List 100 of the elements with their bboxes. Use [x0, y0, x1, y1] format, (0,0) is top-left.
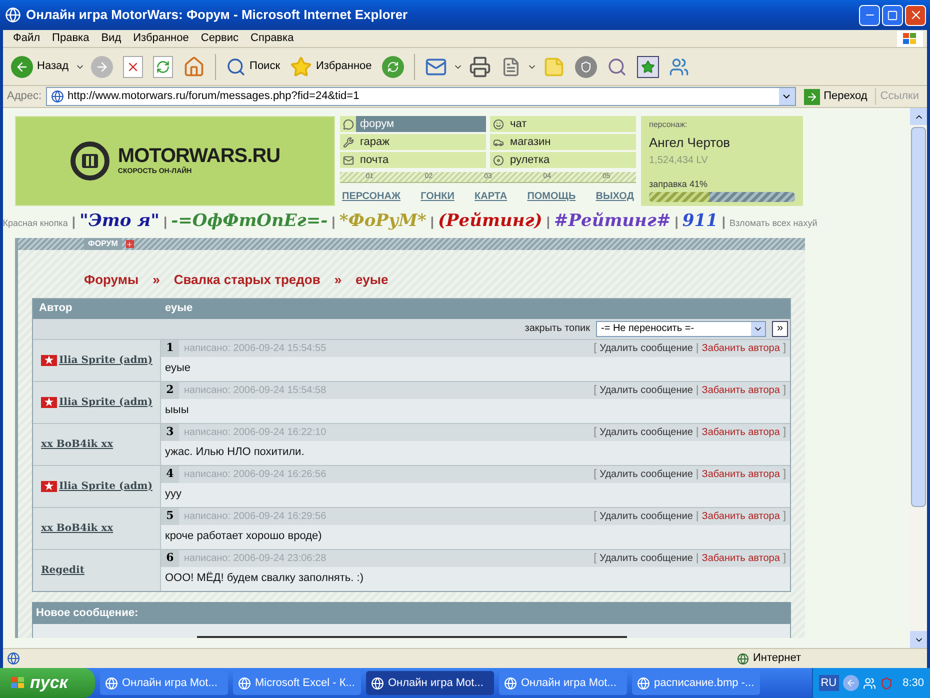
chevron-icon: [842, 675, 859, 691]
taskbar-button[interactable]: Онлайн игра Mot...: [499, 671, 627, 695]
people-icon: [668, 56, 689, 76]
taskbar-button[interactable]: Онлайн игра Mot...: [100, 671, 228, 695]
smiley-icon: [492, 118, 504, 130]
bracket-text: |: [696, 424, 699, 440]
delete-link[interactable]: Удалить сообщение: [600, 424, 693, 440]
user-link[interactable]: "Это я": [79, 210, 160, 232]
breadcrumb-link[interactable]: Форумы: [84, 270, 139, 290]
nav-link[interactable]: ГОНКИ: [420, 189, 454, 204]
post-text: кроче работает хорошо вроде): [165, 529, 322, 544]
document-icon: [500, 56, 521, 76]
admin-star-icon: [41, 354, 57, 366]
taskbar-button[interactable]: расписание.bmp -...: [632, 671, 760, 695]
network-icon: [862, 676, 876, 690]
bracket-text: [: [594, 466, 597, 482]
text-divider: |: [546, 213, 550, 231]
ban-link[interactable]: Забанить автора: [702, 382, 780, 398]
menu-item[interactable]: Файл: [7, 30, 46, 47]
nav-link[interactable]: КАРТА: [474, 189, 508, 204]
nav-item[interactable]: почта: [340, 152, 486, 168]
clock: 8:30: [902, 676, 924, 691]
ban-link[interactable]: Забанить автора: [702, 340, 780, 356]
user-link[interactable]: (Рейтинг): [438, 210, 542, 232]
nav-link[interactable]: ВЫХОД: [596, 189, 634, 204]
close-button[interactable]: [905, 4, 926, 26]
author-link[interactable]: Ilia Sprite (adm): [59, 352, 152, 368]
bracket-text: [: [594, 382, 597, 398]
post-number: 3: [161, 424, 179, 440]
delete-link[interactable]: Удалить сообщение: [600, 508, 693, 524]
author-link[interactable]: Regedit: [41, 562, 84, 578]
user-link[interactable]: #Рейтинг#: [554, 210, 671, 232]
delete-link[interactable]: Удалить сообщение: [600, 466, 693, 482]
scrollbar[interactable]: [910, 108, 927, 648]
nav-item[interactable]: магазин: [490, 134, 636, 150]
post-text: ыыы: [165, 403, 189, 418]
bracket-text: ]: [782, 424, 786, 440]
author-link[interactable]: Ilia Sprite (adm): [59, 478, 152, 494]
user-link[interactable]: Красная кнопка: [3, 217, 68, 230]
user-link[interactable]: -=ОфФтОnЕг=-: [171, 210, 328, 232]
text-divider: |: [332, 213, 336, 231]
maximize-button[interactable]: [882, 4, 903, 26]
search-button[interactable]: Поиск: [222, 50, 284, 82]
author-link[interactable]: Ilia Sprite (adm): [59, 394, 152, 410]
globe-icon: [737, 652, 749, 664]
breadcrumb-link[interactable]: еуые: [356, 270, 388, 290]
menu-item[interactable]: Избранное: [127, 30, 195, 47]
move-select[interactable]: -= Не переносить =-: [596, 320, 766, 336]
ban-link[interactable]: Забанить автора: [702, 508, 780, 524]
nav-item[interactable]: гараж: [340, 134, 486, 150]
post-text: еуые: [165, 361, 191, 376]
nav-item[interactable]: рулетка: [490, 152, 636, 168]
ban-link[interactable]: Забанить автора: [702, 466, 780, 482]
delete-link[interactable]: Удалить сообщение: [600, 340, 693, 356]
new-message-title: Новое сообщение:: [36, 606, 138, 620]
taskbar-button[interactable]: Онлайн игра Mot...: [366, 671, 494, 695]
minimize-button[interactable]: [859, 4, 880, 26]
window-title: Онлайн игра MotorWars: Форум - Microsoft Internet Explorer: [26, 6, 409, 24]
menu-item[interactable]: Вид: [95, 30, 128, 47]
app-icon: [238, 676, 251, 690]
page-icon: [7, 652, 20, 665]
nav-link[interactable]: ПЕРСОНАЖ: [342, 189, 401, 204]
delete-link[interactable]: Удалить сообщение: [600, 382, 693, 398]
address-field[interactable]: http://www.motorwars.ru/forum/messages.php?fid=24&tid=1: [46, 87, 796, 106]
favorites-button[interactable]: Избранное: [286, 50, 376, 82]
bracket-text: ]: [782, 508, 786, 524]
move-go-button[interactable]: »: [772, 320, 788, 336]
text-divider: |: [674, 213, 678, 231]
delete-link[interactable]: Удалить сообщение: [600, 550, 693, 566]
ban-link[interactable]: Забанить автора: [702, 424, 780, 440]
scroll-down-icon: [910, 631, 927, 648]
language-indicator[interactable]: RU: [818, 674, 839, 692]
ban-link[interactable]: Забанить автора: [702, 550, 780, 566]
go-button[interactable]: Переход: [800, 88, 872, 105]
printer-icon: [468, 56, 491, 78]
nav-link[interactable]: ПОМОЩЬ: [527, 189, 576, 204]
scroll-up-icon: [910, 108, 927, 125]
user-link[interactable]: Взломать всех нахуй: [730, 217, 818, 230]
taskbar-button[interactable]: Microsoft Excel - К...: [233, 671, 361, 695]
menu-item[interactable]: Сервис: [194, 30, 245, 47]
author-link[interactable]: xx BoB4ik xx: [41, 436, 114, 452]
nav-item[interactable]: форум: [340, 116, 486, 132]
note-icon: [542, 56, 565, 78]
menu-item[interactable]: Правка: [46, 30, 96, 47]
back-button[interactable]: Назад: [7, 50, 73, 82]
star-icon: [290, 56, 312, 78]
breadcrumb-link[interactable]: Свалка старых тредов: [174, 270, 320, 290]
zone-label: Интернет: [753, 651, 802, 666]
logo-text: MOTORWARS.RU: [118, 144, 280, 167]
admin-star-icon: [41, 480, 57, 492]
admin-star-icon: [41, 396, 57, 408]
envelope-icon: [342, 154, 354, 166]
nav-item[interactable]: чат: [490, 116, 636, 132]
user-link[interactable]: 911: [682, 210, 718, 232]
post-number: 4: [161, 466, 179, 482]
author-link[interactable]: xx BoB4ik xx: [41, 520, 114, 536]
menu-item[interactable]: Справка: [244, 30, 300, 47]
bracket-text: ]: [782, 382, 786, 398]
magnifier-icon: [606, 56, 627, 76]
post-text: ООО! МЁД! будем свалку заполнять. :): [165, 570, 364, 586]
